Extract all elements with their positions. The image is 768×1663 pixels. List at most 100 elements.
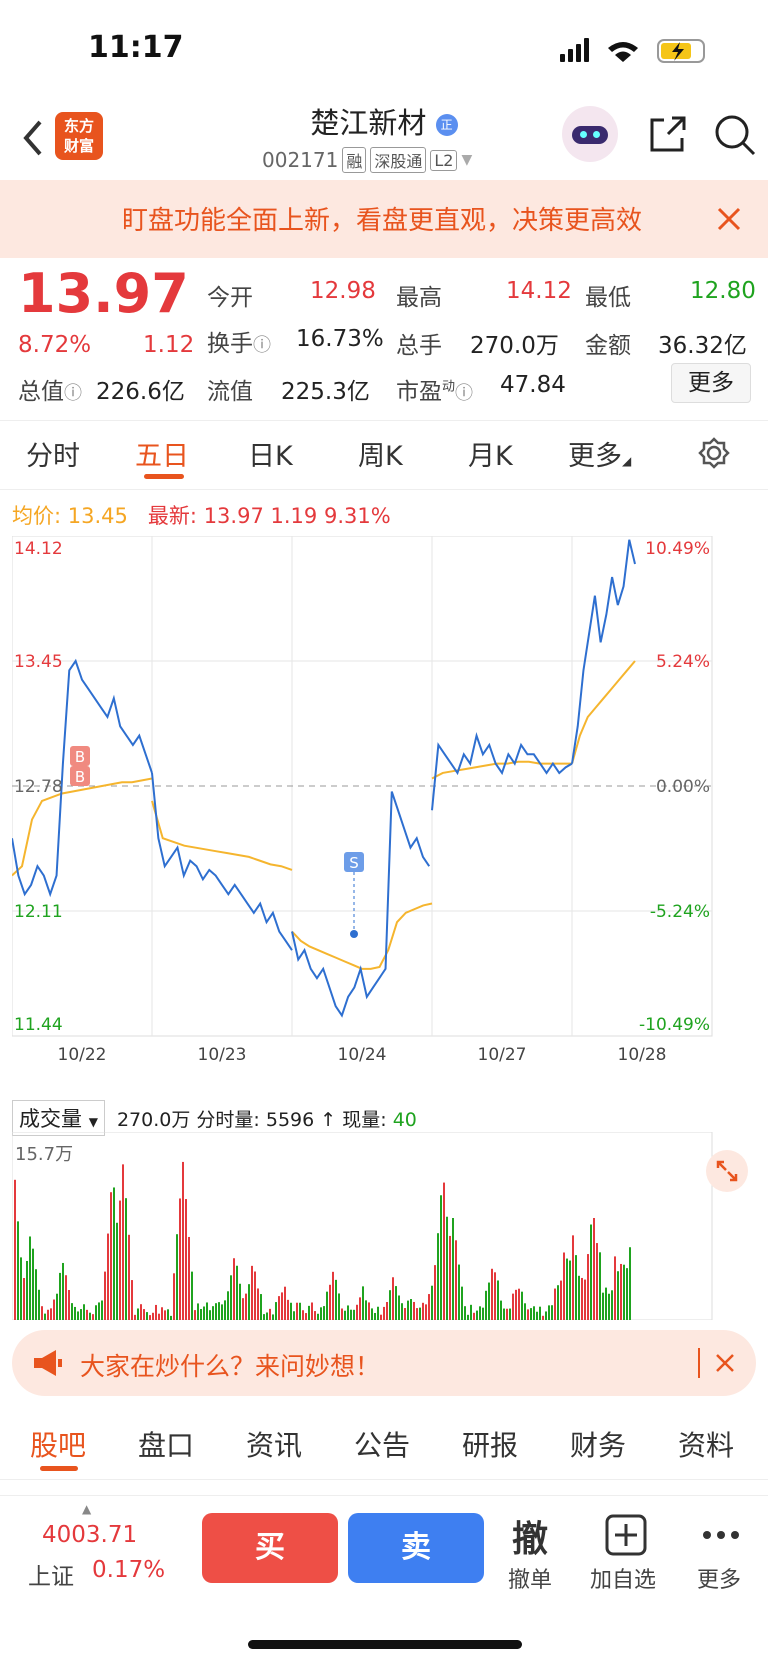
- more-dots-icon[interactable]: [702, 1530, 740, 1540]
- volume-bar: [629, 1247, 631, 1320]
- volume-bar: [608, 1293, 610, 1320]
- tab-announcements[interactable]: 公告: [354, 1424, 410, 1464]
- volume-bar: [584, 1279, 586, 1320]
- volume-bar: [131, 1280, 133, 1320]
- add-watchlist-button[interactable]: 加自选: [590, 1562, 656, 1594]
- volume-bar: [443, 1182, 445, 1320]
- tab-daily-k[interactable]: 日K: [248, 434, 293, 473]
- add-watchlist-icon[interactable]: [604, 1513, 648, 1557]
- status-time: 11:17: [88, 30, 184, 65]
- price-line-day-2: [291, 791, 431, 1018]
- assistant-avatar[interactable]: [562, 106, 618, 162]
- buy-button[interactable]: 买: [202, 1513, 338, 1583]
- volume-bar: [419, 1307, 421, 1320]
- volume-bar: [335, 1279, 337, 1320]
- volume-bar: [113, 1187, 115, 1320]
- more-quote-button[interactable]: 更多: [671, 363, 751, 403]
- volume-bar: [458, 1264, 460, 1320]
- volume-bar: [548, 1305, 550, 1320]
- volume-bar: [248, 1284, 250, 1320]
- volume-bar: [602, 1292, 604, 1320]
- tab-weekly-k[interactable]: 周K: [358, 434, 403, 473]
- tab-intraday[interactable]: 分时: [26, 434, 80, 473]
- y-tick-left: 12.11: [14, 902, 63, 922]
- volume-bar: [572, 1235, 574, 1320]
- sell-marker-label: S: [349, 854, 359, 872]
- volume-bar: [80, 1309, 82, 1320]
- x-tick: 10/27: [478, 1045, 527, 1065]
- volume-bar: [38, 1289, 40, 1320]
- volume-bar: [122, 1164, 124, 1320]
- sell-button[interactable]: 卖: [348, 1513, 484, 1583]
- megaphone-icon: [34, 1350, 62, 1376]
- volume-bar: [377, 1306, 379, 1320]
- avg-line-day-4: [571, 660, 636, 764]
- volume-bar: [296, 1302, 298, 1320]
- volume-bar: [368, 1302, 370, 1320]
- volume-bar: [116, 1222, 118, 1320]
- tab-finance[interactable]: 财务: [570, 1424, 626, 1464]
- cancel-icon[interactable]: 撤: [512, 1510, 548, 1562]
- volume-selector[interactable]: 成交量 ▼: [12, 1100, 105, 1136]
- index-value[interactable]: 4003.71: [42, 1522, 137, 1548]
- mcap-value: 226.6亿: [96, 379, 185, 405]
- volume-bar: [23, 1278, 25, 1320]
- tab-news[interactable]: 资讯: [246, 1424, 302, 1464]
- gear-icon[interactable]: [697, 436, 731, 470]
- volume-bar: [275, 1302, 277, 1320]
- avg-line-day-1: [151, 800, 293, 871]
- high-value: 14.12: [506, 278, 572, 304]
- volume-bar: [317, 1313, 319, 1320]
- volume-bar: [398, 1295, 400, 1320]
- latest-price: 13.97: [203, 504, 264, 528]
- volume-bar: [524, 1303, 526, 1320]
- volume-bar: [200, 1309, 202, 1320]
- volume-bar: [503, 1308, 505, 1320]
- five-day-price-chart[interactable]: 14.12 13.45 12.78 12.11 11.44 10.49% 5.24% 0.00…: [12, 536, 756, 1068]
- volume-bar: [527, 1309, 529, 1320]
- tab-monthly-k[interactable]: 月K: [468, 434, 513, 473]
- tab-five-day[interactable]: 五日: [135, 434, 189, 473]
- volume-bar: [464, 1306, 466, 1320]
- volume-bar: [395, 1286, 397, 1320]
- volume-bar: [227, 1291, 229, 1320]
- volume-bar: [563, 1252, 565, 1320]
- change-pct: 8.72%: [18, 332, 92, 358]
- y-tick-right: -10.49%: [639, 1015, 710, 1035]
- status-icons: [560, 38, 705, 63]
- volume-bar: [293, 1311, 295, 1320]
- tab-profile[interactable]: 资料: [678, 1424, 734, 1464]
- x-tick: 10/24: [338, 1045, 387, 1065]
- tab-orderbook[interactable]: 盘口: [138, 1424, 194, 1464]
- volume-bar: [68, 1289, 70, 1320]
- tab-more[interactable]: 更多◢: [568, 434, 631, 473]
- close-icon[interactable]: [714, 1352, 736, 1374]
- close-icon[interactable]: [716, 206, 742, 232]
- tab-research[interactable]: 研报: [462, 1424, 518, 1464]
- more-button[interactable]: 更多: [697, 1562, 741, 1594]
- expand-icon[interactable]: [706, 1150, 748, 1192]
- volume-bar: [461, 1286, 463, 1320]
- volume-bar: [224, 1300, 226, 1320]
- volume-bar: [110, 1192, 112, 1320]
- info-icon: ⓘ: [64, 383, 82, 404]
- share-icon[interactable]: [646, 112, 690, 156]
- volume-bar: [98, 1302, 100, 1320]
- volume-bar: [344, 1310, 346, 1320]
- caret-up-icon: ▲: [82, 1502, 92, 1516]
- tab-forum[interactable]: 股吧: [30, 1424, 86, 1464]
- volume-bar: [158, 1313, 160, 1320]
- volume-bar: [32, 1248, 34, 1320]
- volume-bar: [392, 1277, 394, 1320]
- volume-bar: [332, 1271, 334, 1320]
- avg-line-day-2: [291, 902, 433, 970]
- cancel-order-button[interactable]: 撤单: [508, 1562, 552, 1594]
- search-icon[interactable]: [712, 112, 758, 158]
- volume-bar: [515, 1289, 517, 1320]
- volume-bar: [551, 1305, 553, 1320]
- volume-bar: [380, 1314, 382, 1320]
- volume-bar: [452, 1217, 454, 1320]
- volume-bar: [590, 1224, 592, 1320]
- volume-bar: [53, 1299, 55, 1320]
- volume-bar: [89, 1312, 91, 1320]
